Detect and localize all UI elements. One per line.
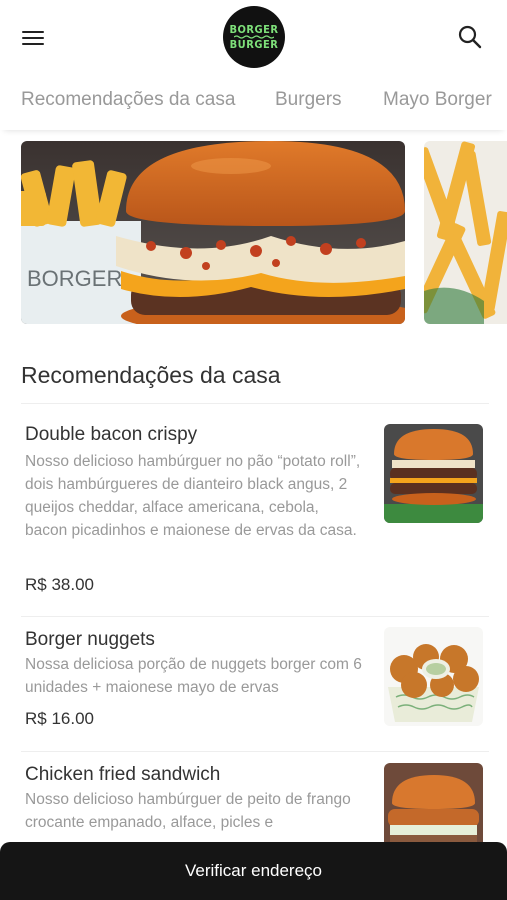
item-description: Nosso delicioso hambúrguer no pão “potat… (25, 453, 361, 539)
verify-address-button[interactable]: Verificar endereço (0, 842, 507, 900)
item-description: Nosso delicioso hambúrguer de peito de f… (25, 791, 351, 831)
app-header: BORGER BURGER (0, 0, 507, 75)
section-title: Recomendações da casa (21, 362, 281, 388)
item-image-nuggets[interactable] (384, 627, 483, 726)
tab-recomendacoes[interactable]: Recomendações da casa (21, 89, 235, 111)
menu-item-double-bacon-crispy[interactable]: Double bacon crispy Nosso delicioso hamb… (0, 404, 507, 616)
logo-text-bottom: BURGER (229, 38, 279, 51)
brand-logo[interactable]: BORGER BURGER (223, 6, 285, 68)
category-tabs: Recomendações da casa Burgers Mayo Borge… (0, 75, 507, 130)
hamburger-menu-icon[interactable] (22, 27, 48, 47)
tab-burgers[interactable]: Burgers (275, 89, 342, 111)
item-description: Nossa deliciosa porção de nuggets borger… (25, 656, 362, 696)
item-price: R$ 38.00 (25, 575, 94, 594)
item-name: Borger nuggets (25, 629, 155, 650)
menu-item-chicken-fried-sandwich[interactable]: Chicken fried sandwich Nosso delicioso h… (0, 752, 507, 862)
banner-fries-image[interactable] (424, 141, 507, 324)
item-name: Double bacon crispy (25, 424, 198, 445)
search-icon[interactable] (457, 24, 483, 50)
svg-text:BORGER: BORGER (27, 266, 122, 291)
menu-item-borger-nuggets[interactable]: Borger nuggets Nossa deliciosa porção de… (0, 617, 507, 751)
verify-address-label: Verificar endereço (184, 861, 323, 880)
item-image-burger[interactable] (384, 424, 483, 523)
logo-text-top: BORGER (229, 23, 279, 36)
banner-carousel[interactable]: BORGER (0, 141, 507, 326)
item-name: Chicken fried sandwich (25, 764, 221, 785)
banner-burger-image[interactable]: BORGER (21, 141, 405, 324)
tab-mayo-borger[interactable]: Mayo Borger (383, 89, 492, 111)
item-price: R$ 16.00 (25, 709, 94, 728)
